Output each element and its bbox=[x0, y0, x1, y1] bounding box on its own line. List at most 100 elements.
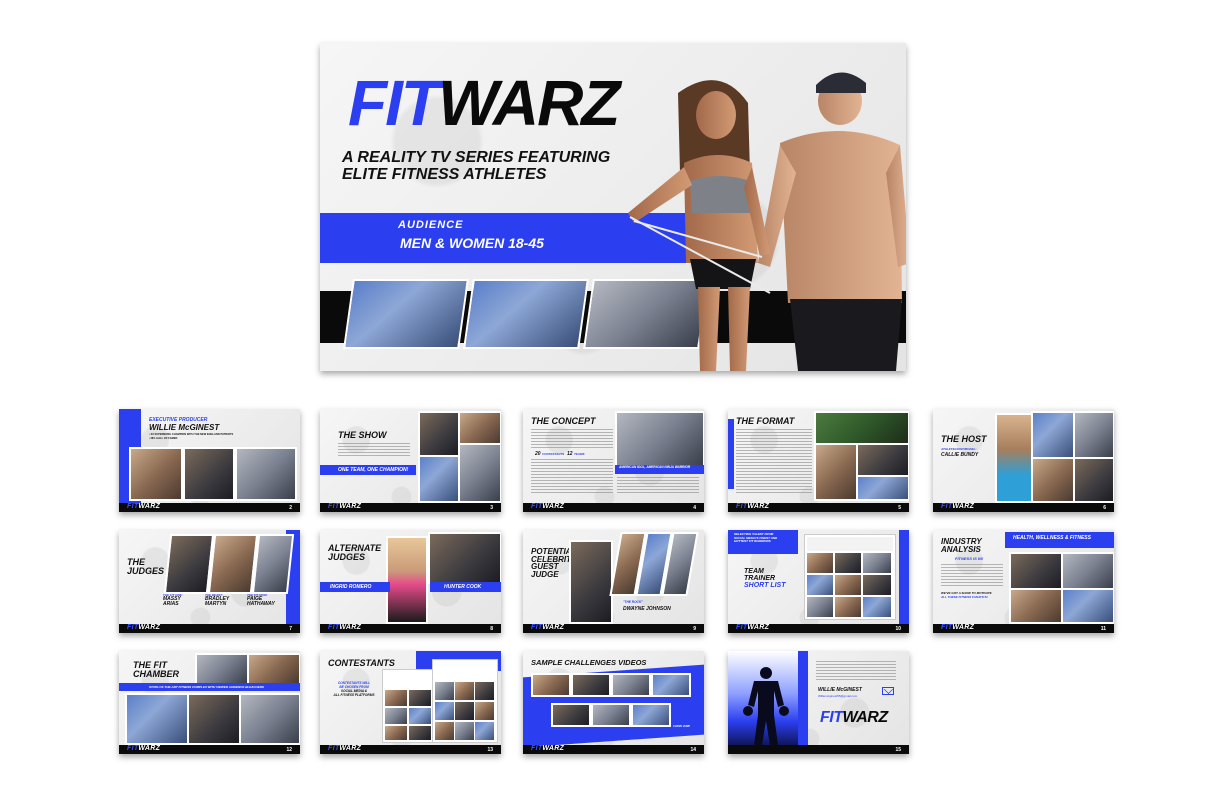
chamber-photo-3 bbox=[125, 693, 189, 745]
format-photo-3 bbox=[856, 443, 909, 477]
producer-bullet-2: • NFL HALL OF FAMER bbox=[149, 437, 178, 440]
slide-title: CONTESTANTS bbox=[328, 658, 395, 668]
video-thumb-2 bbox=[571, 673, 611, 697]
host-name: CALLIE BUNDY bbox=[941, 452, 979, 458]
main-headline: A REALITY TV SERIES FEATURING ELITE FITN… bbox=[342, 149, 611, 183]
slide-celebrity-judge[interactable]: POTENTIAL CELEBRITY GUEST JUDGE "THE ROCK" … bbox=[523, 530, 704, 633]
slide-title: THE HOST bbox=[941, 434, 987, 444]
industry-photo-1 bbox=[1009, 552, 1063, 590]
main-title-slide[interactable]: FITWARZ A REALITY TV SERIES FEATURING EL… bbox=[320, 43, 906, 371]
host-photo-3 bbox=[1073, 411, 1114, 459]
slide-the-format[interactable]: THE FORMAT FITWARZ 5 bbox=[728, 409, 909, 512]
slide-industry-analysis[interactable]: INDUSTRY ANALYSIS FITNESS IS IN! HEALTH, … bbox=[933, 530, 1114, 633]
logo-warz: WARZ bbox=[437, 67, 620, 139]
producer-photo-1 bbox=[129, 447, 183, 501]
slide-title: TEAM TRAINER SHORT LIST bbox=[744, 568, 786, 589]
video-thumb-7 bbox=[631, 703, 671, 727]
instagram-screenshot bbox=[804, 534, 896, 620]
celeb-name: DWAYNE JOHNSON bbox=[623, 606, 671, 612]
slide-title: THE SHOW bbox=[338, 430, 387, 440]
challenge-label-1: SPEED LADDER bbox=[533, 695, 554, 698]
format-stadium-photo bbox=[814, 411, 909, 445]
slide-sample-challenges[interactable]: SAMPLE CHALLENGES VIDEOS SPEED LADDER JU… bbox=[523, 651, 704, 754]
chamber-photo-4 bbox=[187, 693, 241, 745]
concept-stats: 20 CONTESTANTS 12 TEAMS bbox=[535, 451, 585, 457]
slide-the-judges[interactable]: THE JUDGES THE FIT ONE: MASSY ARIAS THE BEA… bbox=[119, 530, 300, 633]
judge-photo-1 bbox=[163, 534, 215, 594]
host-photo-2 bbox=[1031, 411, 1075, 459]
concept-banner: AMERICAN IDOL, AMERICAN NINJA WARRIOR bbox=[619, 465, 691, 469]
industry-banner: HEALTH, WELLNESS & FITNESS bbox=[1013, 535, 1091, 541]
slide-title: INDUSTRY ANALYSIS bbox=[941, 537, 982, 554]
social-screenshot-2 bbox=[432, 659, 498, 743]
mail-icon bbox=[882, 685, 894, 695]
slide-contact[interactable]: WILLIE McGINEST Williemcginest55@gmail.c… bbox=[728, 651, 909, 754]
chamber-photo-2 bbox=[247, 653, 300, 685]
show-photo-2 bbox=[458, 411, 501, 445]
slide-fit-chamber[interactable]: THE FIT CHAMBER STATE-OF-THE-ART FITNESS … bbox=[119, 651, 300, 754]
video-thumb-5 bbox=[551, 703, 591, 727]
slide-the-concept[interactable]: THE CONCEPT 20 CONTESTANTS 12 TEAMS AMER… bbox=[523, 409, 704, 512]
slide-the-show[interactable]: THE SHOW ONE TEAM, ONE CHAMPION! FITWARZ… bbox=[320, 409, 501, 512]
photo-bubble-soccer bbox=[463, 279, 589, 349]
slide-team-trainer[interactable]: SELECTING TALENT FROM SOCIAL MEDIA'S FINE… bbox=[728, 530, 909, 633]
slide-the-host[interactable]: THE HOST ATHLETE/HOST/MODEL: CALLIE BUND… bbox=[933, 409, 1114, 512]
challenge-label-7: WEIGHTED PULL UPS bbox=[633, 725, 661, 728]
alt-judge-photo-2 bbox=[428, 532, 501, 584]
host-photo-4 bbox=[1031, 457, 1075, 503]
show-photo-3 bbox=[418, 455, 460, 503]
athletes-illustration bbox=[628, 72, 906, 371]
judge-photo-3 bbox=[251, 534, 295, 594]
audience-label: AUDIENCE bbox=[398, 219, 464, 231]
challenge-label-5: RUCK SACK bbox=[553, 725, 569, 728]
trainer-kicker: SELECTING TALENT FROM SOCIAL MEDIA'S FINE… bbox=[734, 532, 778, 544]
slide-contestants[interactable]: CONTESTANTS CONTESTANTS WILL BE CHOSEN FR… bbox=[320, 651, 501, 754]
body-text bbox=[338, 443, 410, 457]
slide-executive-producer[interactable]: EXECUTIVE PRODUCER WILLIE McGINEST • 3X … bbox=[119, 409, 300, 512]
judge-3-caption: THE FIT MOM: PAIGE HATHAWAY bbox=[247, 593, 275, 608]
slide-title: THE FIT CHAMBER bbox=[133, 660, 179, 679]
slide-alternate-judges[interactable]: ALTERNATE JUDGES INGRID ROMERO HUNTER COO… bbox=[320, 530, 501, 633]
contact-name: WILLIE McGINEST bbox=[818, 687, 862, 693]
format-crowd-photo bbox=[814, 443, 858, 501]
video-thumb-1 bbox=[531, 673, 571, 697]
industry-photo-3 bbox=[1009, 588, 1063, 624]
challenge-label-3: BUMPER PLATE bbox=[613, 695, 634, 698]
industry-tag: FITNESS IS IN! bbox=[955, 556, 984, 561]
chamber-banner: STATE-OF-THE-ART FITNESS COMPLEX WITH VI… bbox=[149, 685, 264, 689]
slide-title: ALTERNATE JUDGES bbox=[328, 543, 382, 562]
video-thumb-3 bbox=[611, 673, 651, 697]
chamber-photo-5 bbox=[239, 693, 300, 745]
celebrity-photo bbox=[569, 540, 613, 624]
concept-photo bbox=[615, 411, 704, 467]
contestants-note: CONTESTANTS WILL BE CHOSEN FROM SOCIAL MED… bbox=[333, 681, 375, 697]
main-logo: FITWARZ bbox=[348, 71, 620, 135]
alt-judge-name-1: INGRID ROMERO bbox=[330, 584, 372, 590]
page-number: 2 bbox=[289, 505, 292, 511]
alt-judge-photo-1 bbox=[386, 536, 428, 624]
industry-photo-2 bbox=[1061, 552, 1114, 590]
host-photo-main bbox=[995, 413, 1033, 503]
challenge-label-2: JUMP ROPE bbox=[575, 695, 591, 698]
format-photo-4 bbox=[856, 475, 909, 501]
host-subtitle: ATHLETE/HOST/MODEL: bbox=[941, 447, 977, 451]
producer-bullet-1: • 3X SUPERBOWL CHAMPION WITH THE NEW ENG… bbox=[149, 433, 234, 436]
judge-photo-2 bbox=[207, 534, 259, 594]
photo-action-1 bbox=[343, 279, 469, 349]
video-thumb-4 bbox=[651, 673, 691, 697]
footer-logo: FITWARZ bbox=[127, 503, 161, 510]
slide-title: THE FORMAT bbox=[736, 416, 795, 426]
video-thumb-6 bbox=[591, 703, 631, 727]
social-screenshot-1 bbox=[382, 669, 434, 743]
slide-title: THE JUDGES bbox=[127, 557, 165, 576]
tagline: ONE TEAM, ONE CHAMPION! bbox=[338, 467, 409, 473]
judge-2-caption: THE BEAST: BRADLEY MARTYN bbox=[205, 593, 230, 608]
show-photo-4 bbox=[458, 443, 501, 503]
contact-email[interactable]: Williemcginest55@gmail.com bbox=[818, 694, 857, 698]
chamber-photo-1 bbox=[195, 653, 249, 685]
industry-callout: WE'VE GOT A SHOW TO MOTIVATE ALL THESE FI… bbox=[941, 591, 992, 599]
host-photo-5 bbox=[1073, 457, 1114, 503]
slide-title: THE CONCEPT bbox=[531, 416, 596, 426]
industry-photo-4 bbox=[1061, 588, 1114, 624]
producer-photo-2 bbox=[183, 447, 235, 501]
